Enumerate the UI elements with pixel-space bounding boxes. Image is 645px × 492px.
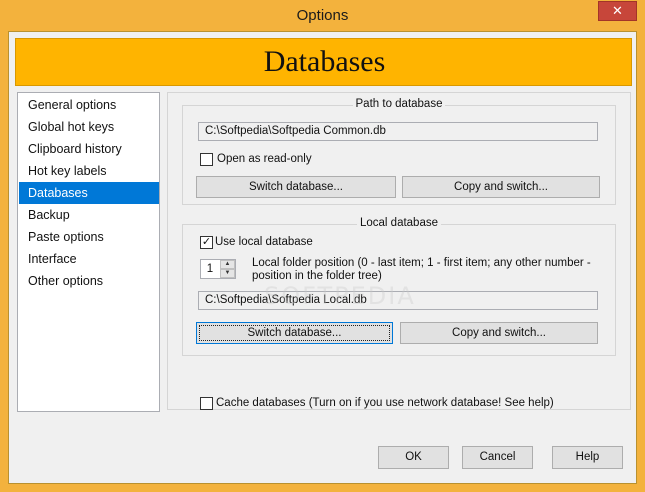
path-to-database-group: Path to database C:\Softpedia\Softpedia … <box>182 98 616 205</box>
read-only-checkbox[interactable] <box>200 153 213 166</box>
nav-item-backup[interactable]: Backup <box>19 204 159 226</box>
use-local-database-label: Use local database <box>215 236 313 248</box>
local-switch-database-button[interactable]: Switch database... <box>196 322 393 344</box>
nav-item-clipboard-history[interactable]: Clipboard history <box>19 138 159 160</box>
options-nav-list[interactable]: General options Global hot keys Clipboar… <box>17 92 160 412</box>
read-only-label: Open as read-only <box>217 153 312 165</box>
local-folder-position-label-line2: position in the folder tree) <box>252 270 382 282</box>
copy-and-switch-button[interactable]: Copy and switch... <box>402 176 600 198</box>
close-button[interactable]: ✕ <box>598 1 637 21</box>
cache-databases-label: Cache databases (Turn on if you use netw… <box>216 397 554 409</box>
nav-item-paste-options[interactable]: Paste options <box>19 226 159 248</box>
use-local-database-checkbox[interactable]: ✓ <box>200 236 213 249</box>
local-copy-and-switch-button[interactable]: Copy and switch... <box>400 322 598 344</box>
close-icon: ✕ <box>612 3 623 18</box>
nav-item-general-options[interactable]: General options <box>19 94 159 116</box>
nav-item-databases[interactable]: Databases <box>19 182 159 204</box>
local-group-title: Local database <box>356 217 441 229</box>
banner-title: Databases <box>263 45 386 78</box>
section-banner: Databases <box>15 38 632 86</box>
local-folder-position-label-line1: Local folder position (0 - last item; 1 … <box>252 257 591 269</box>
local-folder-position-value[interactable]: 1 <box>201 260 219 278</box>
databases-panel: Path to database C:\Softpedia\Softpedia … <box>167 92 631 410</box>
dialog-client: Databases General options Global hot key… <box>8 31 637 484</box>
nav-item-hot-key-labels[interactable]: Hot key labels <box>19 160 159 182</box>
path-group-title: Path to database <box>352 98 446 110</box>
nav-item-global-hot-keys[interactable]: Global hot keys <box>19 116 159 138</box>
cancel-button[interactable]: Cancel <box>462 446 533 469</box>
nav-item-interface[interactable]: Interface <box>19 248 159 270</box>
ok-button[interactable]: OK <box>378 446 449 469</box>
watermark-logo: SOFTPEDIA <box>264 282 416 310</box>
help-button[interactable]: Help <box>552 446 623 469</box>
title-bar[interactable]: Options ✕ <box>0 0 645 31</box>
cache-databases-checkbox[interactable] <box>200 397 213 410</box>
spin-down-icon[interactable]: ▼ <box>220 269 235 278</box>
window-title: Options <box>296 7 349 24</box>
spin-up-icon[interactable]: ▲ <box>220 260 235 269</box>
database-path-field[interactable]: C:\Softpedia\Softpedia Common.db <box>198 122 598 141</box>
local-folder-position-stepper[interactable]: 1 ▲ ▼ <box>200 259 236 279</box>
options-window: Options ✕ Databases General options Glob… <box>0 0 645 492</box>
switch-database-button[interactable]: Switch database... <box>196 176 396 198</box>
nav-item-other-options[interactable]: Other options <box>19 270 159 292</box>
